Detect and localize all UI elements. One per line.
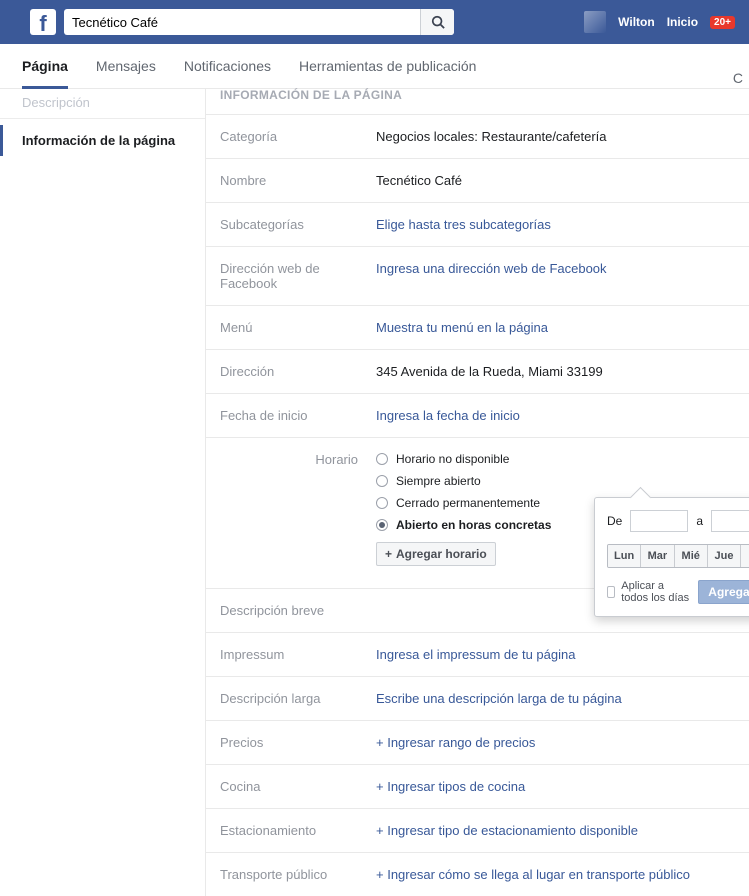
time-from-input[interactable] [630,510,688,532]
search-wrapper [64,9,454,35]
top-bar: f Wilton Inicio 20+ [0,0,749,44]
value-impressum[interactable]: Ingresa el impressum de tu página [376,647,735,662]
search-button[interactable] [420,9,454,35]
radio-no-disponible[interactable]: Horario no disponible [376,452,735,466]
plus-icon: + [385,547,392,561]
horario-popover: De a Lun Mar Mié Jue Vie Sáb Dom Aplicar… [594,497,749,617]
label-estacionamiento: Estacionamiento [220,823,376,838]
time-range-row: De a [607,510,749,532]
label-de: De [607,514,622,528]
label-fecha: Fecha de inicio [220,408,376,423]
row-cocina[interactable]: Cocina Ingresar tipos de cocina [206,765,749,809]
label-direccion: Dirección [220,364,376,379]
day-picker: Lun Mar Mié Jue Vie Sáb Dom [607,544,749,568]
label-nombre: Nombre [220,173,376,188]
row-direccion[interactable]: Dirección 345 Avenida de la Rueda, Miami… [206,350,749,394]
label-horario: Horario [220,452,376,467]
row-subcategorias[interactable]: Subcategorías Elige hasta tres subcatego… [206,203,749,247]
label-webfb: Dirección web de Facebook [220,261,376,291]
apply-all-label: Aplicar a todos los días [621,580,692,604]
user-name[interactable]: Wilton [618,15,655,29]
label-cocina: Cocina [220,779,376,794]
value-direccion: 345 Avenida de la Rueda, Miami 33199 [376,364,735,379]
add-horario-button[interactable]: + Agregar horario [376,542,496,566]
row-transporte[interactable]: Transporte público Ingresar cómo se lleg… [206,853,749,896]
sidebar: Descripción Información de la página [0,89,205,896]
value-webfb[interactable]: Ingresa una dirección web de Facebook [376,261,735,291]
day-mar[interactable]: Mar [641,545,674,567]
facebook-logo[interactable]: f [30,9,56,35]
value-fecha[interactable]: Ingresa la fecha de inicio [376,408,735,423]
row-categoria[interactable]: Categoría Negocios locales: Restaurante/… [206,115,749,159]
search-icon [431,15,445,29]
value-nombre: Tecnético Café [376,173,735,188]
avatar[interactable] [584,11,606,33]
label-transporte: Transporte público [220,867,376,882]
radio-siempre[interactable]: Siempre abierto [376,474,735,488]
day-lun[interactable]: Lun [608,545,641,567]
row-estacionamiento[interactable]: Estacionamiento Ingresar tipo de estacio… [206,809,749,853]
label-subcategorias: Subcategorías [220,217,376,232]
value-desc-larga[interactable]: Escribe una descripción larga de tu pági… [376,691,735,706]
label-a: a [696,514,703,528]
apply-all-checkbox[interactable] [607,586,615,598]
section-header: INFORMACIÓN DE LA PÁGINA [206,83,749,115]
value-estacionamiento[interactable]: Ingresar tipo de estacionamiento disponi… [376,823,735,838]
notification-badge[interactable]: 20+ [710,16,735,29]
row-desc-larga[interactable]: Descripción larga Escribe una descripció… [206,677,749,721]
value-precios[interactable]: Ingresar rango de precios [376,735,735,750]
row-impressum[interactable]: Impressum Ingresa el impressum de tu pág… [206,633,749,677]
topbar-right: Wilton Inicio 20+ [584,11,735,33]
row-nombre[interactable]: Nombre Tecnético Café [206,159,749,203]
day-vie[interactable]: Vie [741,545,749,567]
day-mie[interactable]: Mié [675,545,708,567]
tab-mensajes[interactable]: Mensajes [96,58,156,88]
row-webfb[interactable]: Dirección web de Facebook Ingresa una di… [206,247,749,306]
label-categoria: Categoría [220,129,376,144]
row-menu[interactable]: Menú Muestra tu menú en la página [206,306,749,350]
row-fecha[interactable]: Fecha de inicio Ingresa la fecha de inic… [206,394,749,438]
add-horario-label: Agregar horario [396,547,487,561]
content-panel: INFORMACIÓN DE LA PÁGINA Categoría Negoc… [205,89,749,896]
value-transporte[interactable]: Ingresar cómo se llega al lugar en trans… [376,867,735,882]
day-jue[interactable]: Jue [708,545,741,567]
label-impressum: Impressum [220,647,376,662]
value-subcategorias[interactable]: Elige hasta tres subcategorías [376,217,735,232]
label-desc-breve: Descripción breve [220,603,376,618]
apply-row: Aplicar a todos los días Agregar Cancela… [607,580,749,604]
agregar-button[interactable]: Agregar [698,580,749,604]
time-to-input[interactable] [711,510,749,532]
value-menu[interactable]: Muestra tu menú en la página [376,320,735,335]
row-precios[interactable]: Precios Ingresar rango de precios [206,721,749,765]
label-desc-larga: Descripción larga [220,691,376,706]
value-categoria: Negocios locales: Restaurante/cafetería [376,129,735,144]
sidebar-item-descripcion[interactable]: Descripción [0,95,205,119]
search-input[interactable] [64,9,454,35]
sidebar-item-informacion[interactable]: Información de la página [0,125,205,156]
value-cocina[interactable]: Ingresar tipos de cocina [376,779,735,794]
label-menu: Menú [220,320,376,335]
home-link[interactable]: Inicio [667,15,698,29]
tab-pagina[interactable]: Página [22,58,68,89]
label-precios: Precios [220,735,376,750]
